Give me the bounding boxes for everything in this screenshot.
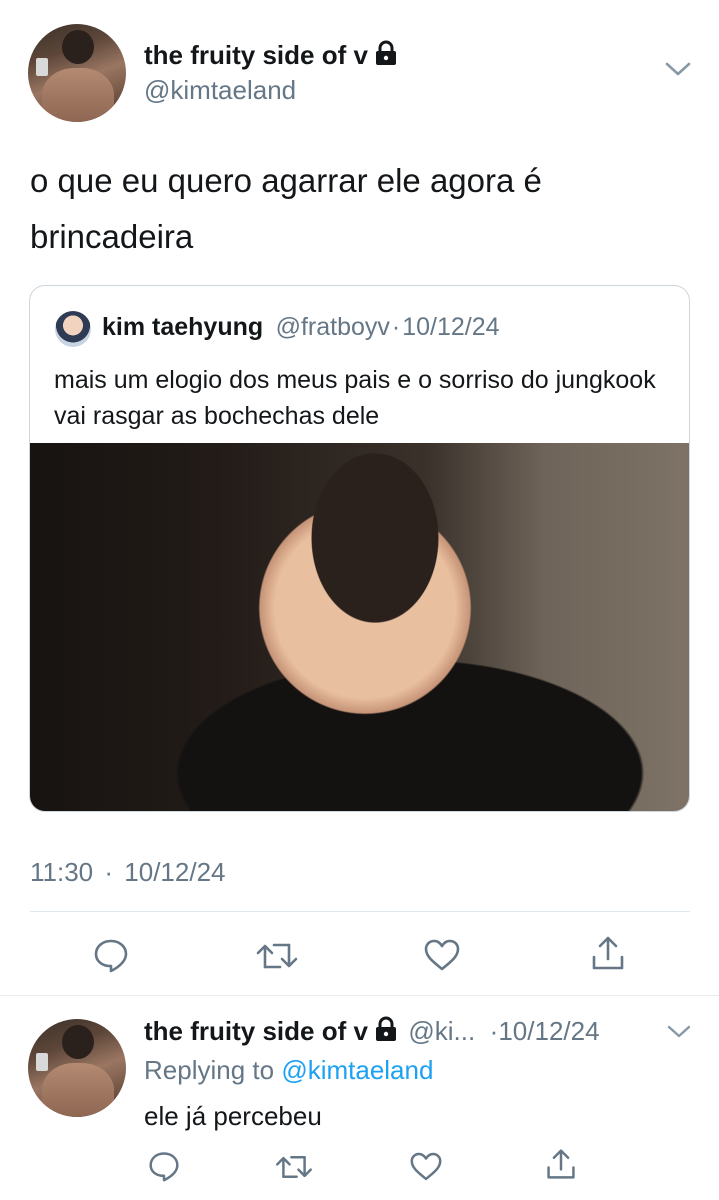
tweet-time: 11:30 [30,857,94,887]
author-handle[interactable]: @kimtaeland [144,75,296,106]
reply-date[interactable]: 10/12/24 [498,1016,599,1046]
replying-to-label: Replying to [144,1055,275,1085]
reply-icon[interactable] [148,1150,180,1182]
reply-author-handle[interactable]: @ki... [408,1016,475,1046]
lock-icon [374,40,398,73]
chevron-down-icon[interactable] [666,1024,692,1045]
author-name-text[interactable]: the fruity side of v [144,40,368,70]
retweet-icon[interactable] [275,1152,313,1182]
quoted-tweet-header: kim taehyung @fratboyv·10/12/24 [102,313,500,342]
author-avatar[interactable] [28,24,126,122]
like-icon[interactable] [424,939,460,971]
reply-icon[interactable] [93,937,129,973]
retweet-icon[interactable] [256,939,298,973]
chevron-down-icon[interactable] [664,60,692,83]
reply-header: the fruity side of v @ki... ·10/12/24 [144,1016,600,1047]
share-icon[interactable] [545,1148,577,1180]
quoted-tweet-card[interactable]: kim taehyung @fratboyv·10/12/24 mais um … [29,285,690,812]
reply-author-name[interactable]: the fruity side of v [144,1016,368,1046]
date-separator: · [104,857,114,887]
reply-text: ele já percebeu [144,1101,322,1131]
replying-to-handle[interactable]: @kimtaeland [281,1055,433,1085]
like-icon[interactable] [410,1152,442,1181]
quoted-tweet-photo[interactable] [30,443,689,811]
lock-icon [374,1016,398,1047]
quoted-author-name: kim taehyung [102,313,264,341]
section-divider [0,995,719,996]
tweet-date: 10/12/24 [124,857,226,887]
date-separator: · [391,313,401,341]
divider [30,911,690,912]
quoted-author-handle: @fratboyv [275,313,390,341]
quoted-author-avatar [55,311,91,347]
tweet-meta: 11:30 · 10/12/24 [30,857,226,888]
reply-author-avatar[interactable] [28,1019,126,1117]
quoted-tweet-text: mais um elogio dos meus pais e o sorriso… [54,366,656,430]
quoted-tweet-date: 10/12/24 [402,313,500,341]
replying-to: Replying to @kimtaeland [144,1055,433,1086]
author-name[interactable]: the fruity side of v [144,40,398,73]
tweet-text: o que eu quero agarrar ele agora é brinc… [30,162,542,255]
share-icon[interactable] [590,935,626,971]
